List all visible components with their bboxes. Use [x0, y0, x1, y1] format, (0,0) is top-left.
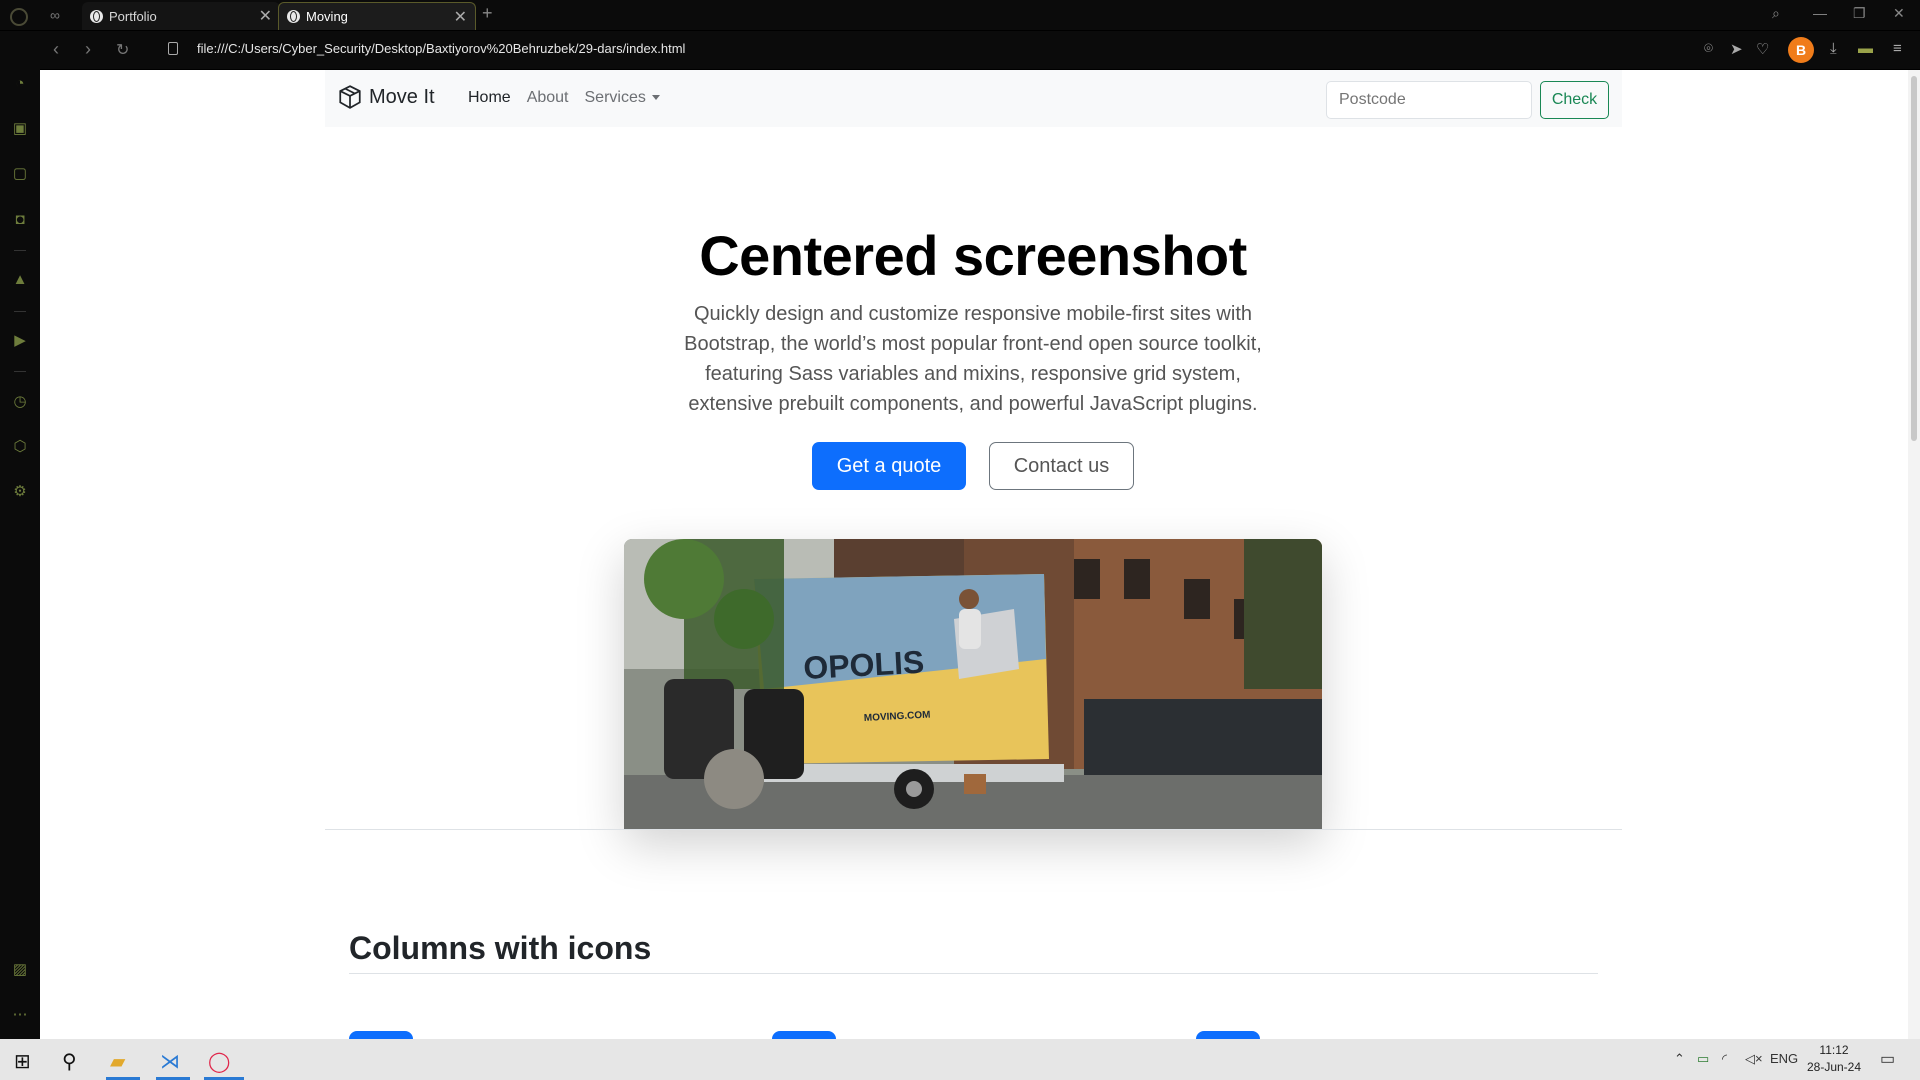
tab-portfolio[interactable]: Portfolio ✕ — [82, 2, 280, 30]
opera-icon[interactable]: ◯ — [208, 1049, 230, 1074]
image-icon[interactable]: ▨ — [11, 961, 29, 979]
language-indicator[interactable]: ENG — [1770, 1051, 1798, 1066]
more-icon[interactable]: ⋯ — [11, 1006, 29, 1024]
avatar[interactable]: B — [1788, 37, 1814, 63]
taskbar: ⊞ ⚲ ▰ ⋊ ◯ ⌃ ▭ ◜ ◁× ENG 11:12 28-Jun-24 ▭ — [0, 1039, 1920, 1080]
nav-home[interactable]: Home — [460, 89, 519, 107]
search-tabs-icon[interactable]: ⌕ — [1772, 5, 1780, 22]
feature-icon — [772, 1031, 836, 1039]
opera-logo-icon[interactable] — [10, 8, 28, 26]
hero-lead: Quickly design and customize responsive … — [684, 303, 1262, 415]
player-icon[interactable]: ▶ — [11, 332, 29, 350]
check-button[interactable]: Check — [1540, 81, 1609, 119]
search-icon[interactable]: ⚲ — [62, 1049, 77, 1074]
brand-name: Move It — [369, 85, 435, 108]
nav-links: Home About Services — [460, 89, 668, 107]
extensions-icon[interactable]: ⬡ — [11, 438, 29, 456]
tab-title: Moving — [306, 9, 348, 24]
camera-icon[interactable]: ⌾ — [1704, 40, 1713, 57]
moving-truck-illustration: OPOLIS MOVING.COM — [624, 539, 1322, 829]
reload-icon[interactable]: ↻ — [116, 40, 129, 60]
hero-title: Centered screenshot — [699, 224, 1247, 287]
clock[interactable]: 11:12 28-Jun-24 — [1798, 1042, 1870, 1076]
screen: ∞ Portfolio ✕ Moving ✕ + ⌕ — ❐ ✕ ‹ › ↻ f… — [0, 0, 1920, 1080]
sidebar-divider — [14, 371, 26, 372]
notifications-icon[interactable]: ▭ — [1880, 1049, 1895, 1069]
site-navbar: Move It Home About Services Check — [325, 70, 1622, 127]
clock-time: 11:12 — [1819, 1043, 1849, 1057]
back-icon[interactable]: ‹ — [53, 39, 59, 60]
restore-icon[interactable]: ❐ — [1853, 5, 1866, 22]
settings-icon[interactable]: ⚙ — [11, 483, 29, 501]
tab-title: Portfolio — [109, 8, 157, 24]
instagram-icon[interactable]: ◘ — [11, 211, 29, 229]
close-icon[interactable]: ✕ — [454, 7, 467, 27]
feature-icon — [1196, 1031, 1260, 1039]
send-icon[interactable]: ➤ — [1730, 40, 1743, 58]
hero-image: OPOLIS MOVING.COM — [624, 539, 1322, 829]
vscode-icon[interactable]: ⋊ — [160, 1049, 180, 1074]
globe-icon — [287, 10, 300, 23]
section-divider — [325, 829, 1622, 830]
truck-brand-text: OPOLIS — [802, 644, 925, 686]
browser-tab-bar: ∞ Portfolio ✕ Moving ✕ + ⌕ — ❐ ✕ — [0, 0, 1920, 30]
wifi-icon[interactable]: ◜ — [1722, 1051, 1727, 1067]
menu-icon[interactable]: ≡ — [1893, 40, 1902, 57]
shopping-icon[interactable]: ▣ — [11, 120, 29, 138]
twitch-icon[interactable]: ▢ — [11, 165, 29, 183]
caret-down-icon — [651, 95, 660, 101]
nav-services-label: Services — [584, 89, 646, 106]
section-title-divider — [349, 973, 1598, 974]
volume-muted-icon[interactable]: ◁× — [1745, 1051, 1763, 1067]
show-hidden-icons-icon[interactable]: ⌃ — [1674, 1051, 1685, 1067]
address-bar: ‹ › ↻ file:///C:/Users/Cyber_Security/De… — [40, 31, 1920, 69]
speed-dial-icon[interactable]: ◔ — [11, 75, 29, 93]
box-logo-icon — [339, 85, 361, 109]
scroll-thumb[interactable] — [1911, 76, 1917, 441]
page-scrollbar[interactable] — [1908, 70, 1920, 1039]
history-icon[interactable]: ◷ — [11, 393, 29, 411]
opera-sidebar: ◔ ▣ ▢ ◘ ▲ ▶ ◷ ⬡ ⚙ ▨ ⋯ — [0, 31, 40, 1039]
close-icon[interactable]: ✕ — [259, 6, 272, 26]
nav-about[interactable]: About — [519, 89, 577, 107]
feature-icon — [349, 1031, 413, 1039]
heart-icon[interactable]: ♡ — [1756, 40, 1769, 58]
forward-icon[interactable]: › — [85, 39, 91, 60]
file-explorer-icon[interactable]: ▰ — [110, 1049, 125, 1074]
postcode-input[interactable] — [1326, 81, 1532, 119]
get-quote-button[interactable]: Get a quote — [812, 442, 966, 490]
section-title: Columns with icons — [349, 930, 652, 966]
windows-start-icon[interactable]: ⊞ — [14, 1049, 31, 1074]
brand[interactable]: Move It — [337, 84, 435, 110]
nav-services[interactable]: Services — [577, 89, 668, 107]
web-page: Move It Home About Services Check Center… — [40, 70, 1920, 1039]
clock-date: 28-Jun-24 — [1806, 1060, 1862, 1074]
tab-moving[interactable]: Moving ✕ — [278, 2, 476, 30]
sidebar-divider — [14, 250, 26, 251]
battery-saver-icon[interactable]: ▬ — [1858, 40, 1873, 57]
minimize-icon[interactable]: — — [1813, 5, 1827, 21]
aria-icon[interactable]: ▲ — [11, 271, 29, 289]
new-tab-icon[interactable]: + — [482, 3, 493, 24]
url-field[interactable]: file:///C:/Users/Cyber_Security/Desktop/… — [197, 41, 685, 56]
download-icon[interactable]: ⤓ — [1830, 40, 1837, 57]
contact-us-button[interactable]: Contact us — [989, 442, 1134, 490]
sidebar-divider — [14, 311, 26, 312]
page-info-icon[interactable] — [168, 42, 178, 55]
window-close-icon[interactable]: ✕ — [1893, 5, 1905, 22]
globe-icon — [90, 9, 103, 23]
battery-icon[interactable]: ▭ — [1697, 1051, 1709, 1067]
workspaces-icon[interactable]: ∞ — [50, 7, 60, 23]
